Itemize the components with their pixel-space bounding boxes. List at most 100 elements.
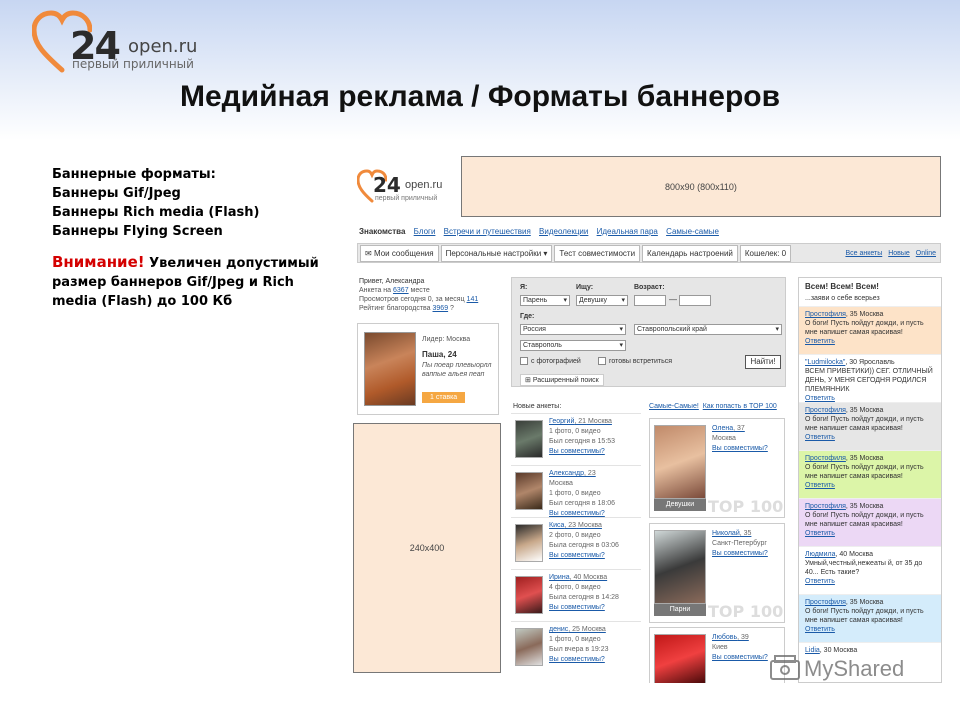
compat-link[interactable]: Вы совместимы? bbox=[712, 654, 768, 661]
list-item[interactable]: денис, 25 Москва 1 фото, 0 видео Был вче… bbox=[511, 621, 641, 671]
feed-author[interactable]: Простофиля bbox=[805, 407, 846, 414]
list-item[interactable]: Георгий, 21 Москва 1 фото, 0 видео Был с… bbox=[511, 413, 641, 463]
banner-formats-text: Баннерные форматы: Баннеры Gif/Jpeg Банн… bbox=[52, 165, 342, 311]
filter-new[interactable]: Новые bbox=[888, 250, 910, 257]
site-logo[interactable]: 24 open.ru первый приличный bbox=[355, 167, 455, 207]
profile-name-link[interactable]: денис, 25 Москва bbox=[549, 626, 606, 633]
profile-name: Александр bbox=[549, 470, 585, 477]
feed-item[interactable]: "Ludmilocka", 30 Ярославль ВСЕМ ПРИВЕТИКИ… bbox=[799, 354, 941, 402]
compat-link[interactable]: Вы совместимы? bbox=[712, 550, 768, 557]
banner-placeholder-240x400[interactable]: 240x400 bbox=[353, 423, 501, 673]
feed-item[interactable]: Простофиля, 35 Москва О боги! Пусть пойду… bbox=[799, 594, 941, 642]
tab-mood-calendar[interactable]: Календарь настроений bbox=[642, 244, 738, 262]
profile-name-link[interactable]: Олена, 37 bbox=[712, 425, 745, 432]
compat-link[interactable]: Вы совместимы? bbox=[549, 552, 605, 559]
top100-mark: TOP 100 bbox=[708, 497, 784, 516]
region-select[interactable]: Ставропольский край bbox=[634, 324, 782, 335]
find-button[interactable]: Найти! bbox=[745, 355, 781, 369]
feed-item[interactable]: Людмила, 40 Москва Умный,честный,нежеаты … bbox=[799, 546, 941, 594]
banner-placeholder-800x90[interactable]: 800x90 (800x110) bbox=[461, 156, 941, 217]
site-toolbar: ✉ Мои сообщения Персональные настройки ▾… bbox=[357, 243, 941, 263]
feed-item[interactable]: Простофиля, 35 Москва О боги! Пусть пойду… bbox=[799, 306, 941, 354]
compat-link[interactable]: Вы совместимы? bbox=[549, 604, 605, 611]
tab-compat-test[interactable]: Тест совместимости bbox=[554, 244, 641, 262]
nav-item-dating[interactable]: Знакомства bbox=[359, 227, 405, 236]
top100-card[interactable]: Николай, 35 Санкт-Петербург Вы совместим… bbox=[649, 523, 785, 623]
leader-card[interactable]: Лидер: Москва Паша, 24 Пы поеар плевыорл… bbox=[357, 323, 499, 415]
profile-name: Любовь bbox=[712, 634, 738, 641]
myshared-watermark: MyShared bbox=[770, 655, 904, 683]
feed-author[interactable]: Людмила bbox=[805, 551, 835, 558]
views-month-label: , за месяц bbox=[431, 296, 467, 303]
reply-link[interactable]: Ответить bbox=[805, 433, 935, 442]
compat-link[interactable]: Вы совместимы? bbox=[549, 510, 605, 517]
profile-city: Санкт-Петербург bbox=[712, 540, 767, 547]
feed-item[interactable]: Простофиля, 35 Москва О боги! Пусть пойду… bbox=[799, 402, 941, 450]
compat-link[interactable]: Вы совместимы? bbox=[549, 656, 605, 663]
reply-link[interactable]: Ответить bbox=[805, 625, 935, 634]
profile-name-link[interactable]: Ирина, 40 Москва bbox=[549, 574, 607, 581]
list-item[interactable]: Киса, 23 Москва 2 фото, 0 видео Была сег… bbox=[511, 517, 641, 567]
tab-my-messages[interactable]: ✉ Мои сообщения bbox=[360, 244, 439, 262]
reply-link[interactable]: Ответить bbox=[805, 394, 935, 402]
stake-button[interactable]: 1 ставка bbox=[422, 392, 466, 403]
with-photo-checkbox[interactable]: с фотографией bbox=[520, 357, 581, 365]
profile-name-link[interactable]: Николай, 35 bbox=[712, 530, 751, 537]
profile-city: Москва bbox=[578, 522, 602, 529]
profile-city: Москва bbox=[588, 418, 612, 425]
profile-name-link[interactable]: Киса, 23 Москва bbox=[549, 522, 602, 529]
rating-value[interactable]: 3969 bbox=[433, 305, 449, 312]
nav-item-blogs[interactable]: Блоги bbox=[414, 227, 436, 236]
rank-label: Анкета на bbox=[359, 287, 394, 294]
country-select[interactable]: Россия bbox=[520, 324, 626, 335]
filter-all[interactable]: Все анкеты bbox=[845, 250, 882, 257]
age-from-input[interactable] bbox=[634, 295, 666, 306]
feed-author[interactable]: "Ludmilocka" bbox=[805, 359, 845, 366]
top100-howto-link[interactable]: Как попасть в TOP 100 bbox=[703, 403, 777, 410]
top-section-header: Самые-Самые! Как попасть в TOP 100 bbox=[649, 403, 777, 410]
feed-item[interactable]: Простофиля, 35 Москва О боги! Пусть пойду… bbox=[799, 498, 941, 546]
reply-link[interactable]: Ответить bbox=[805, 481, 935, 490]
reply-link[interactable]: Ответить bbox=[805, 529, 935, 538]
age-to-input[interactable] bbox=[679, 295, 711, 306]
compat-link[interactable]: Вы совместимы? bbox=[712, 445, 768, 452]
views-month[interactable]: 141 bbox=[467, 296, 479, 303]
category-badge[interactable]: Парни bbox=[654, 604, 706, 616]
logo-tagline: первый приличный bbox=[72, 57, 194, 71]
nav-item-top[interactable]: Самые-самые bbox=[666, 227, 719, 236]
top-title-link[interactable]: Самые-Самые! bbox=[649, 403, 699, 410]
list-item[interactable]: Ирина, 40 Москва 4 фото, 0 видео Была се… bbox=[511, 569, 641, 619]
rating-help[interactable]: ? bbox=[448, 305, 454, 312]
rank-value[interactable]: 6367 bbox=[393, 287, 409, 294]
ready-to-meet-checkbox[interactable]: готовы встретиться bbox=[598, 357, 672, 365]
feed-author[interactable]: Простофиля bbox=[805, 311, 846, 318]
list-item[interactable]: Александр, 23 Москва 1 фото, 0 видео Был… bbox=[511, 465, 641, 517]
i-select[interactable]: Парень bbox=[520, 295, 570, 306]
filter-online[interactable]: Online bbox=[916, 250, 936, 257]
profile-name-link[interactable]: Александр, 23 bbox=[549, 470, 596, 477]
nav-item-videolectures[interactable]: Видеолекции bbox=[539, 227, 588, 236]
category-badge[interactable]: Девушки bbox=[654, 499, 706, 511]
tab-personal-settings[interactable]: Персональные настройки ▾ bbox=[440, 244, 553, 262]
feed-author[interactable]: Простофиля bbox=[805, 503, 846, 510]
top100-card[interactable]: Любовь, 39 Киев Вы совместимы? bbox=[649, 627, 785, 683]
rank-suffix: месте bbox=[408, 287, 430, 294]
compat-link[interactable]: Вы совместимы? bbox=[549, 448, 605, 455]
reply-link[interactable]: Ответить bbox=[805, 337, 935, 346]
profile-photo bbox=[654, 530, 706, 604]
reply-link[interactable]: Ответить bbox=[805, 577, 935, 586]
profile-name-link[interactable]: Любовь, 39 bbox=[712, 634, 749, 641]
nav-item-ideal-pair[interactable]: Идеальная пара bbox=[597, 227, 658, 236]
seek-select[interactable]: Девушку bbox=[576, 295, 628, 306]
tab-wallet[interactable]: Кошелек: 0 bbox=[739, 244, 792, 262]
top100-card[interactable]: Олена, 37 Москва Вы совместимы? Девушки … bbox=[649, 418, 785, 518]
feed-author[interactable]: Lidia bbox=[805, 647, 820, 654]
feed-author[interactable]: Простофиля bbox=[805, 455, 846, 462]
nav-item-meetings[interactable]: Встречи и путешествия bbox=[444, 227, 531, 236]
feed-author[interactable]: Простофиля bbox=[805, 599, 846, 606]
city-select[interactable]: Ставрополь bbox=[520, 340, 626, 351]
feed-item[interactable]: Простофиля, 35 Москва О боги! Пусть пойду… bbox=[799, 450, 941, 498]
profile-name-link[interactable]: Георгий, 21 Москва bbox=[549, 418, 612, 425]
profile-media: 1 фото, 0 видео bbox=[549, 490, 601, 497]
advanced-search-tab[interactable]: ⊞ Расширенный поиск bbox=[520, 374, 604, 386]
